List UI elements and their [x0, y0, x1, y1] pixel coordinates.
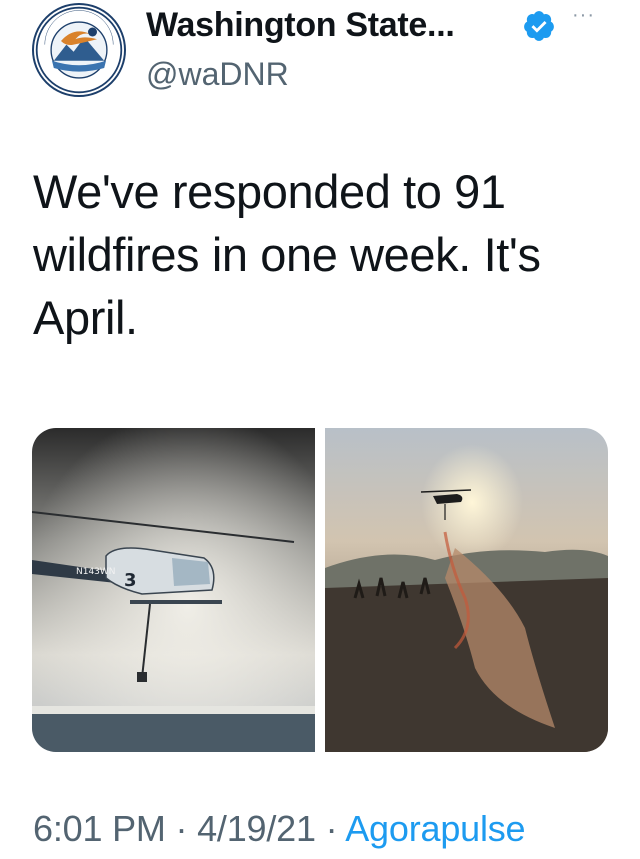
- handle[interactable]: @waDNR: [146, 56, 289, 93]
- helicopter-tail-number: N143WN: [76, 567, 116, 577]
- tweet-date[interactable]: 4/19/21: [197, 808, 316, 849]
- photo-helicopter-river[interactable]: N143WN 3: [32, 428, 315, 752]
- tweet-meta: 6:01 PM · 4/19/21 · Agorapulse: [33, 808, 526, 850]
- more-icon[interactable]: ···: [572, 4, 595, 27]
- media-grid: N143WN 3: [32, 428, 608, 752]
- helicopter-number: 3: [124, 570, 137, 591]
- meta-separator: ·: [175, 808, 188, 849]
- avatar[interactable]: [32, 3, 126, 97]
- photo-helicopter-drop[interactable]: [325, 428, 608, 752]
- tweet-header: Washington State... ··· @waDNR: [0, 0, 640, 110]
- display-name[interactable]: Washington State...: [146, 6, 455, 45]
- meta-separator: ·: [325, 808, 338, 849]
- tweet-time[interactable]: 6:01 PM: [33, 808, 166, 849]
- verified-badge-icon: [524, 11, 554, 41]
- tweet-text: We've responded to 91 wildfires in one w…: [33, 165, 541, 344]
- dnr-seal-icon: [35, 6, 123, 94]
- tweet-source-link[interactable]: Agorapulse: [345, 808, 525, 849]
